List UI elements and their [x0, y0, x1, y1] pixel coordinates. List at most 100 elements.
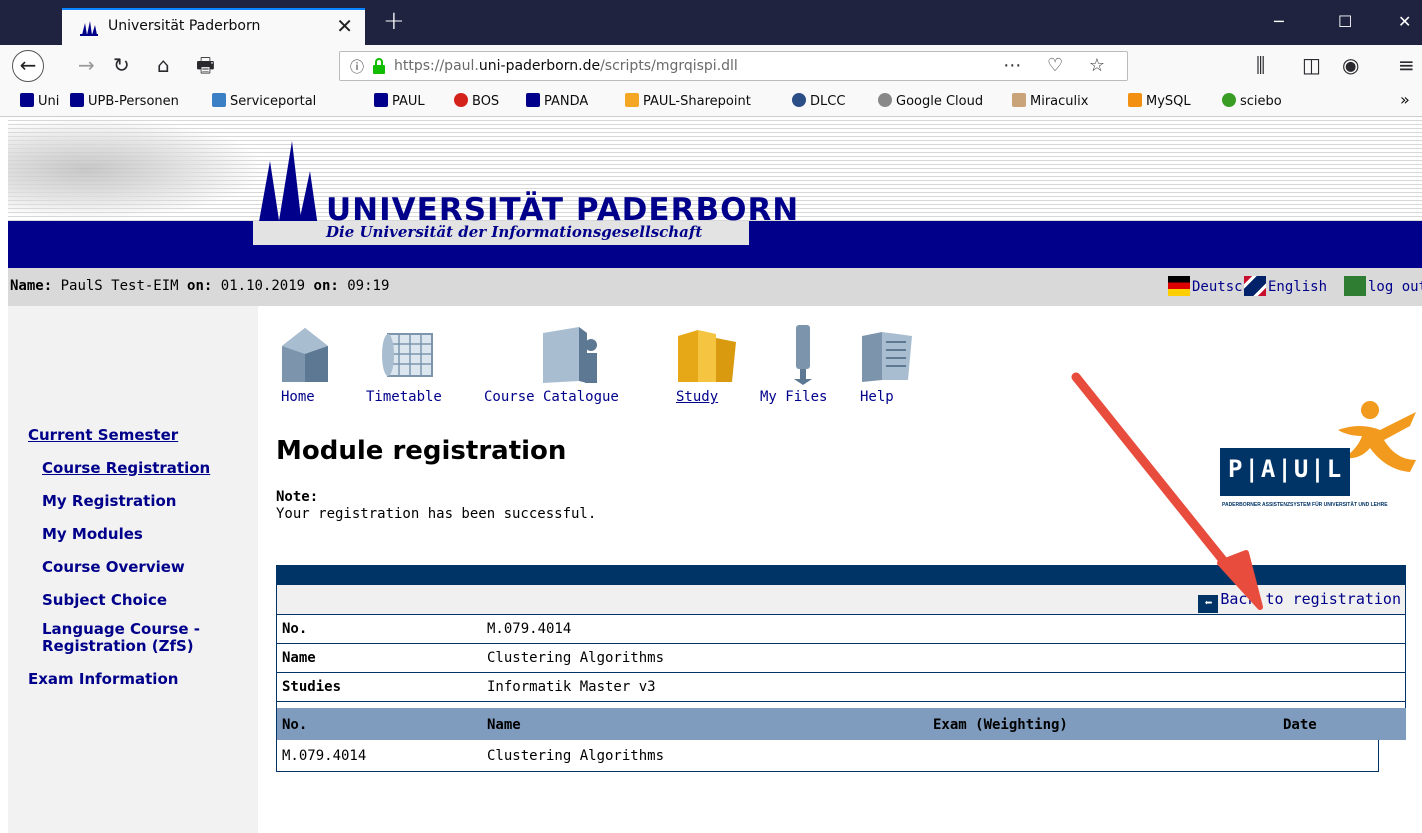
browser-tab-bar: Universität Paderborn ✕ + ─ ☐ ✕ — [0, 0, 1422, 45]
bookmark-bos[interactable]: BOS — [454, 93, 499, 109]
library-icon[interactable]: ⫼ — [1256, 52, 1265, 78]
menu-home[interactable]: Home — [281, 389, 315, 405]
german-flag-icon — [1168, 276, 1190, 296]
table-row: Studies Informatik Master v3 — [276, 673, 1406, 702]
bookmark-dlcc[interactable]: DLCC — [792, 93, 845, 109]
serviceportal-icon — [212, 93, 226, 107]
browser-tab[interactable]: Universität Paderborn ✕ — [62, 8, 365, 45]
university-favicon-icon — [80, 20, 98, 40]
note-label: Note: — [276, 489, 319, 505]
bookmark-paul[interactable]: PAUL — [374, 93, 425, 109]
bookmark-miraculix[interactable]: Miraculix — [1012, 93, 1088, 109]
sidebar-item-language-course[interactable]: Language Course - — [42, 621, 200, 638]
my-files-menu-icon[interactable] — [790, 323, 816, 385]
sidebar: Current Semester Course Registration My … — [8, 306, 258, 833]
sharepoint-icon — [625, 93, 639, 107]
paul-logo: P|A|U|L Paderborner Assistenzsystem für … — [1220, 400, 1416, 524]
sidebar-item-my-modules[interactable]: My Modules — [42, 526, 143, 543]
bookmarks-toolbar: Uni UPB-Personen Serviceportal PAUL BOS … — [0, 85, 1422, 117]
menu-study[interactable]: Study — [676, 389, 718, 405]
reload-icon[interactable]: ↻ — [113, 52, 130, 78]
bookmark-serviceportal[interactable]: Serviceportal — [212, 93, 316, 109]
column-header-no: No. — [282, 717, 308, 733]
table-header-bar — [276, 565, 1406, 585]
url-text: https://paul.uni-paderborn.de/scripts/mg… — [394, 58, 738, 74]
university-icon — [70, 93, 84, 107]
miraculix-icon — [1012, 93, 1026, 107]
column-header-date: Date — [1283, 717, 1317, 733]
study-menu-icon[interactable] — [676, 326, 738, 384]
course-catalogue-menu-icon[interactable] — [539, 325, 603, 385]
language-german-link[interactable]: Deutsch — [1168, 276, 1251, 296]
column-header-name: Name — [487, 717, 521, 733]
lock-icon[interactable] — [372, 58, 386, 78]
maximize-icon[interactable]: ☐ — [1338, 12, 1352, 31]
sidebar-item-course-overview[interactable]: Course Overview — [42, 559, 185, 576]
university-subtitle: Die Universität der Informationsgesellsc… — [253, 221, 749, 245]
back-arrow-icon: ⬅ — [1198, 595, 1219, 613]
language-english-link[interactable]: English — [1244, 276, 1327, 296]
paul-logo-text: P|A|U|L — [1228, 455, 1344, 483]
detail-value: M.079.4014 — [487, 621, 572, 637]
university-icon — [526, 93, 540, 107]
google-cloud-icon — [878, 93, 892, 107]
dlcc-icon — [792, 93, 806, 107]
address-bar[interactable]: ⓘ https://paul.uni-paderborn.de/scripts/… — [339, 51, 1128, 81]
column-header-exam: Exam (Weighting) — [933, 717, 1068, 733]
bookmark-google-cloud[interactable]: Google Cloud — [878, 93, 983, 109]
table-row: M.079.4014 Clustering Algorithms — [276, 740, 1379, 772]
navigation-bar: ← → ↻ ⌂ 🖶 ⓘ https://paul.uni-paderborn.d… — [0, 45, 1422, 85]
bookmark-uni[interactable]: Uni — [20, 93, 59, 109]
sidebar-item-my-registration[interactable]: My Registration — [42, 493, 176, 510]
new-tab-button[interactable]: + — [383, 6, 405, 36]
page-content: UNIVERSITÄT PADERBORN Die Universität de… — [8, 117, 1422, 833]
bos-icon — [454, 93, 468, 107]
column-header-row: No. Name Exam (Weighting) Date — [276, 708, 1406, 740]
close-tab-icon[interactable]: ✕ — [336, 14, 353, 38]
logout-link[interactable]: log out — [1344, 276, 1422, 296]
home-icon[interactable]: ⌂ — [157, 52, 170, 78]
user-info-bar: Name: PaulS Test-EIM on: 01.10.2019 on: … — [8, 268, 1422, 306]
university-banner: UNIVERSITÄT PADERBORN Die Universität de… — [8, 117, 1422, 268]
detail-key: Name — [282, 650, 316, 666]
page-title: Module registration — [276, 436, 567, 466]
bookmark-mysql[interactable]: MySQL — [1128, 93, 1191, 109]
bookmark-panda[interactable]: PANDA — [526, 93, 588, 109]
detail-key: No. — [282, 621, 308, 637]
module-registration-table: ⬅ Back to registration No. M.079.4014 Nam… — [276, 565, 1406, 772]
menu-icon[interactable]: ≡ — [1398, 52, 1415, 78]
detail-value: Informatik Master v3 — [487, 679, 656, 695]
forward-icon[interactable]: → — [78, 52, 95, 78]
page-actions-icons[interactable]: ⋯ ♡ ☆ — [1003, 55, 1115, 76]
timetable-menu-icon[interactable] — [380, 330, 436, 382]
info-icon[interactable]: ⓘ — [350, 57, 364, 77]
help-menu-icon[interactable] — [858, 328, 914, 384]
menu-course-catalogue[interactable]: Course Catalogue — [484, 389, 619, 405]
menu-my-files[interactable]: My Files — [760, 389, 827, 405]
menu-timetable[interactable]: Timetable — [366, 389, 442, 405]
window-close-icon[interactable]: ✕ — [1398, 12, 1411, 31]
note-text: Your registration has been successful. — [276, 506, 597, 522]
back-icon[interactable]: ← — [12, 50, 44, 82]
sidebar-item-exam-information[interactable]: Exam Information — [28, 671, 178, 688]
table-row: Name Clustering Algorithms — [276, 644, 1406, 673]
print-icon[interactable]: 🖶 — [196, 52, 215, 78]
bookmark-upb-personen[interactable]: UPB-Personen — [70, 93, 179, 109]
bookmark-paul-sharepoint[interactable]: PAUL-Sharepoint — [625, 93, 751, 109]
bookmark-sciebo[interactable]: sciebo — [1222, 93, 1282, 109]
sidebar-item-course-registration[interactable]: Course Registration — [42, 460, 210, 477]
sidebar-icon[interactable]: ◫ — [1302, 52, 1321, 78]
sidebar-item-subject-choice[interactable]: Subject Choice — [42, 592, 167, 609]
module-no: M.079.4014 — [282, 748, 367, 764]
mysql-icon — [1128, 93, 1142, 107]
module-name: Clustering Algorithms — [487, 748, 665, 764]
back-to-registration-link[interactable]: ⬅ Back to registration — [1198, 590, 1401, 613]
sciebo-icon — [1222, 93, 1236, 107]
bookmarks-overflow-icon[interactable]: » — [1400, 90, 1410, 109]
menu-help[interactable]: Help — [860, 389, 894, 405]
sidebar-item-current-semester[interactable]: Current Semester — [28, 427, 178, 444]
home-menu-icon[interactable] — [280, 326, 330, 384]
sidebar-item-language-course-zfs[interactable]: Registration (ZfS) — [42, 638, 194, 655]
minimize-icon[interactable]: ─ — [1274, 12, 1284, 31]
account-icon[interactable]: ◉ — [1342, 52, 1359, 78]
